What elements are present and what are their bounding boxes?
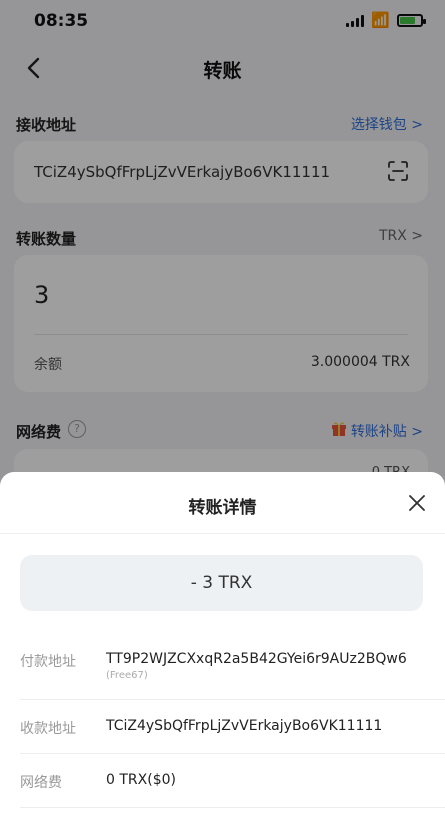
transfer-details-sheet: 转账详情 - 3 TRX 付款地址 TT9P2WJZCXxqR2a5B42GYe… — [0, 472, 445, 819]
payee-row: 收款地址 TCiZ4ySbQfFrpLjZvVErkajyBo6VK11111 — [20, 700, 445, 754]
transfer-amount: - 3 TRX — [20, 555, 423, 611]
payer-address: TT9P2WJZCXxqR2a5B42GYei6r9AUz2BQw6 — [106, 651, 407, 667]
payer-row: 付款地址 TT9P2WJZCXxqR2a5B42GYei6r9AUz2BQw6 … — [20, 632, 445, 700]
close-icon[interactable] — [407, 493, 427, 513]
payee-address: TCiZ4ySbQfFrpLjZvVErkajyBo6VK11111 — [106, 718, 383, 734]
fee-row-label: 网络费 — [20, 775, 62, 791]
payer-wallet-name: (Free67) — [106, 670, 148, 681]
sheet-header: 转账详情 — [0, 472, 445, 534]
payee-label: 收款地址 — [20, 721, 76, 737]
fee-row: 网络费 0 TRX($0) — [20, 754, 445, 808]
sheet-title: 转账详情 — [188, 498, 257, 518]
payer-label: 付款地址 — [20, 654, 76, 670]
fee-row-value: 0 TRX($0) — [106, 772, 176, 788]
